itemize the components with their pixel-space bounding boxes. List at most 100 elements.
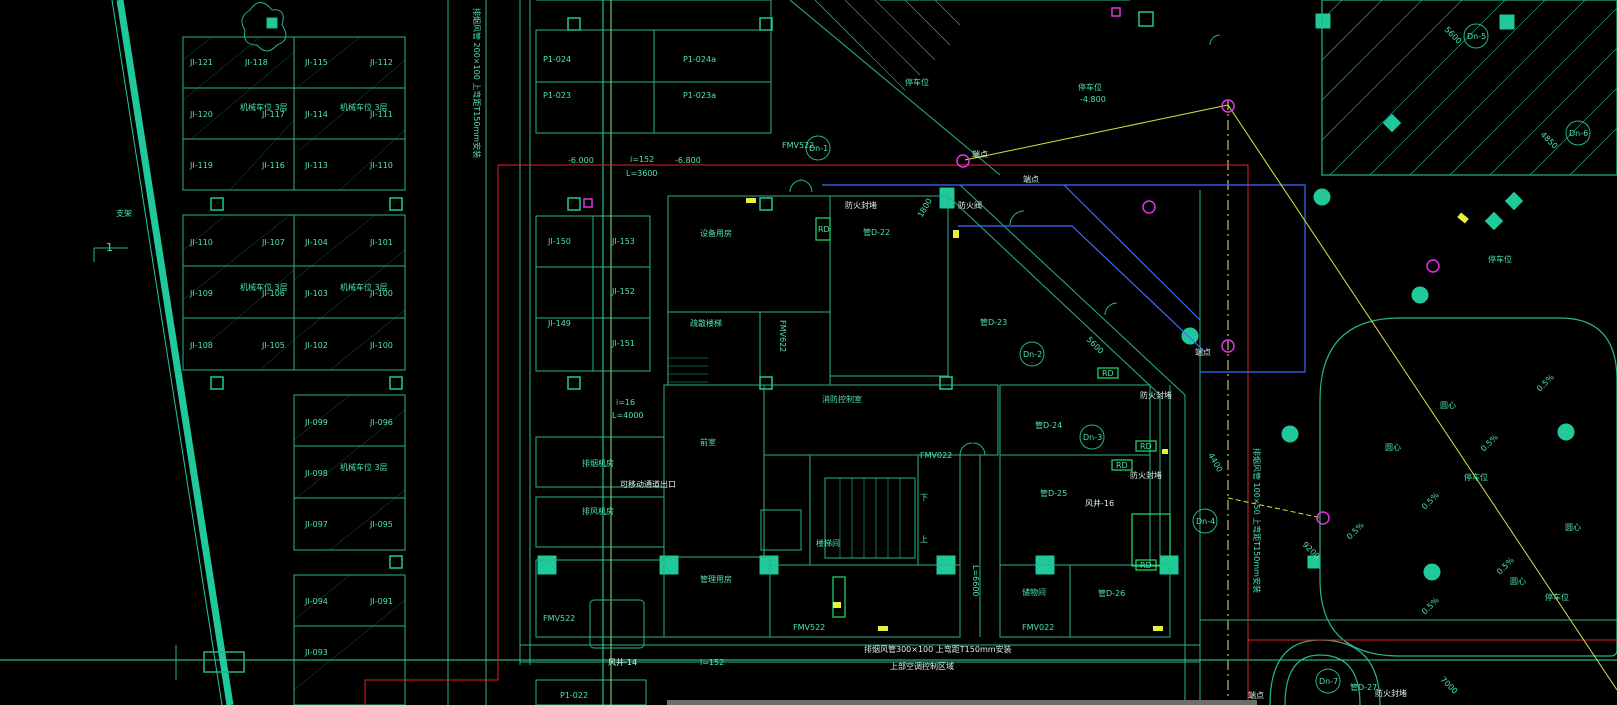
stall-label: JI-105 xyxy=(261,341,285,350)
slope-percent: 0.5% xyxy=(1420,490,1441,511)
stall-label: JI-108 xyxy=(189,341,213,350)
stall-label: JI-110 xyxy=(369,161,393,170)
slope-percent: 0.5% xyxy=(1495,555,1516,576)
stall-label: JI-093 xyxy=(304,648,328,657)
stall-label: P1-024a xyxy=(683,55,716,64)
main-duct-note: 排烟风管300×100 上弯距T150mm安装 xyxy=(864,644,1012,654)
center-label: 圆心 xyxy=(1440,401,1456,410)
room-label: 消防控制室 xyxy=(822,394,862,404)
dimension-label: 5600 xyxy=(1443,25,1464,46)
dimension-label: 4850 xyxy=(1539,130,1560,151)
room-label: 管D-23 xyxy=(980,317,1007,327)
red-exhaust-duct xyxy=(364,164,1617,705)
slope-label: i=152 xyxy=(630,155,654,164)
room-label: 排风机房 xyxy=(582,506,614,516)
parking-label: 停车位 xyxy=(1488,254,1512,264)
stall-label: JI-115 xyxy=(304,58,328,67)
room-label: 管D-22 xyxy=(863,227,890,237)
stall-label: JI-150 xyxy=(547,237,571,246)
stall-label: JI-097 xyxy=(304,520,328,529)
room-label: 管D-25 xyxy=(1040,488,1067,498)
stair-direction: 下 xyxy=(920,493,928,502)
fire-damper-label: 防火封堵 xyxy=(845,200,877,210)
green-equipment xyxy=(815,217,1171,618)
rd-tag: RD xyxy=(1140,561,1152,570)
annotation-labels: 1 支架 排烟风管 200×100 上弯距T150mm安装 排烟风管 100×5… xyxy=(106,8,1588,700)
room-label: 管理用房 xyxy=(700,574,732,584)
stall-label: JI-091 xyxy=(369,597,393,606)
stall-label: JI-120 xyxy=(189,110,213,119)
fmv-tag: FMV622 xyxy=(778,320,787,352)
zone-note: 上部空调控制区域 xyxy=(890,661,954,671)
room-label: 疏散楼梯 xyxy=(690,318,722,328)
cad-drawing-canvas[interactable]: JI-121 JI-118 JI-115 JI-112 JI-120 JI-11… xyxy=(0,0,1617,705)
stall-label: P1-023 xyxy=(543,91,571,100)
fire-damper-label: 防火封堵 xyxy=(1375,688,1407,698)
rd-tag: RD xyxy=(1116,461,1128,470)
yellow-tags xyxy=(746,198,1469,631)
center-label: 圆心 xyxy=(1385,443,1401,452)
support-label: 支架 xyxy=(116,208,132,218)
dimension-label: 4400 xyxy=(1206,452,1224,474)
stall-label: JI-153 xyxy=(611,237,635,246)
heavy-boundary-walls xyxy=(111,0,234,705)
circle-tag-label: Dn-6 xyxy=(1569,129,1588,138)
fire-valve-label: 防火阀 xyxy=(958,200,982,210)
room-label: 管D-24 xyxy=(1035,420,1062,430)
rd-tag: RD xyxy=(818,225,830,234)
elevation-label: -4.800 xyxy=(1080,95,1106,104)
length-label: L=4000 xyxy=(612,411,644,420)
stall-label: JI-121 xyxy=(189,58,213,67)
slope-label: i=152 xyxy=(700,658,724,667)
stall-label: JI-095 xyxy=(369,520,393,529)
circle-tag-label: Dn-7 xyxy=(1319,677,1338,686)
stall-label: P1-023a xyxy=(683,91,716,100)
circle-tag-label: Dn-2 xyxy=(1023,350,1042,359)
stall-label: P1-024 xyxy=(543,55,571,64)
stall-group-label: 机械车位 3层 xyxy=(340,102,388,112)
stall-label: JI-109 xyxy=(189,289,213,298)
slope-percent: 0.5% xyxy=(1535,372,1556,393)
duct-note-vertical-left: 排烟风管 200×100 上弯距T150mm安装 xyxy=(472,8,482,158)
rd-tag: RD xyxy=(1102,369,1114,378)
stall-label: JI-098 xyxy=(304,469,328,478)
circular-tags xyxy=(805,23,1591,694)
end-point-label: 端点 xyxy=(972,149,988,159)
stall-label: JI-151 xyxy=(611,339,635,348)
stall-label: JI-103 xyxy=(304,289,328,298)
rd-tag: RD xyxy=(1140,442,1152,451)
stall-label: JI-113 xyxy=(304,161,328,170)
stall-label: JI-116 xyxy=(261,161,285,170)
slope-percent: 0.5% xyxy=(1479,432,1500,453)
room-label: 管D-27 xyxy=(1350,682,1377,692)
slope-percent: 0.5% xyxy=(1420,595,1441,616)
exit-note: 可移动通道出口 xyxy=(620,479,676,489)
hatched-structure xyxy=(814,0,1617,176)
room-label: 管D-26 xyxy=(1098,588,1125,598)
stall-label: JI-096 xyxy=(369,418,393,427)
room-label: 排烟机房 xyxy=(582,458,614,468)
fmv-tag: FMV522 xyxy=(793,623,825,632)
dimension-label: 7000 xyxy=(1439,675,1460,696)
axis-marker-label: 1 xyxy=(106,241,113,254)
stall-group-label: 机械车位 3层 xyxy=(240,102,288,112)
stall-label: JI-119 xyxy=(189,161,213,170)
end-point-label: 端点 xyxy=(1195,347,1211,357)
end-point-label: 端点 xyxy=(1248,690,1264,700)
duct-note-vertical-right: 排烟风管 100×50 上弯距T150mm安装 xyxy=(1252,448,1262,593)
circle-tag-label: Dn-1 xyxy=(809,144,828,153)
stall-label: JI-149 xyxy=(547,319,571,328)
elevation-label: -6.800 xyxy=(675,156,701,165)
center-label: 圆心 xyxy=(1510,577,1526,586)
slope-label: i=16 xyxy=(616,398,635,407)
fmv-tag: FMV022 xyxy=(1022,623,1054,632)
stall-group-label: 机械车位 3层 xyxy=(340,282,388,292)
parking-label: 停车位 xyxy=(905,77,929,87)
horizontal-scrollbar[interactable] xyxy=(667,700,1257,705)
stall-labels: JI-121 JI-118 JI-115 JI-112 JI-120 JI-11… xyxy=(189,55,716,700)
stall-label: JI-112 xyxy=(369,58,393,67)
yellow-pipe xyxy=(964,104,1617,691)
stall-label: JI-099 xyxy=(304,418,328,427)
room-label: 前室 xyxy=(700,437,716,447)
length-label: L=6600 xyxy=(971,565,980,597)
